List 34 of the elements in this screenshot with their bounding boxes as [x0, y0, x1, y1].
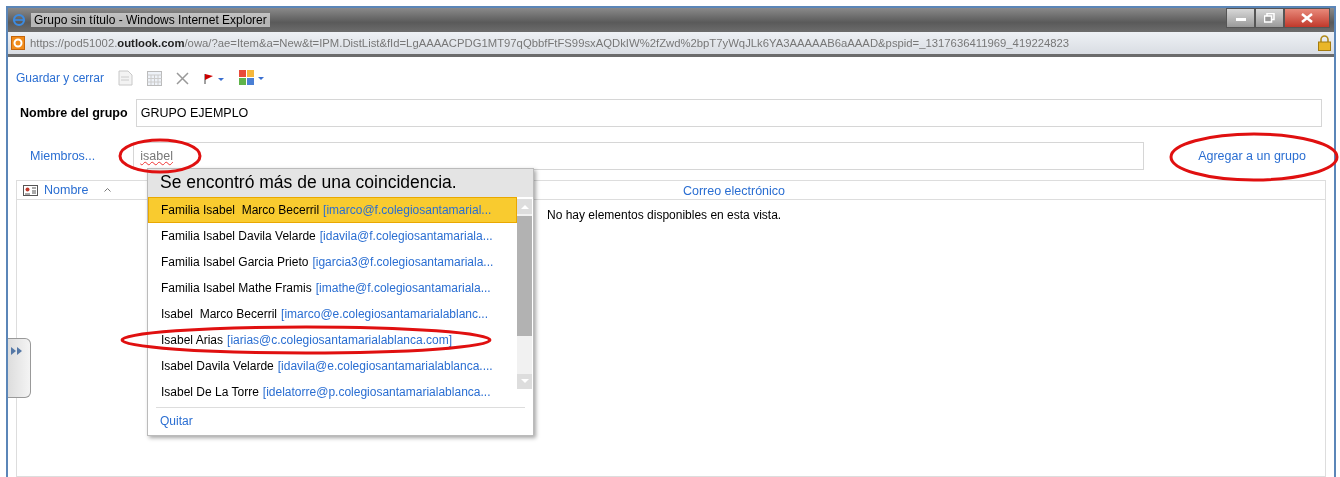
add-to-group-link[interactable]: Agregar a un grupo — [1182, 149, 1322, 163]
panel-toggle-handle[interactable] — [8, 338, 31, 398]
suggestion-item[interactable]: Familia Isabel Davila Velarde [idavila@f.colegiosantamariala... — [148, 223, 517, 249]
column-header[interactable]: Nombre — [44, 183, 89, 197]
group-name-label: Nombre del grupo — [20, 106, 128, 120]
suggestion-item[interactable]: Familia Isabel Garcia Prieto [igarcia3@f.colegiosantamariala... — [148, 249, 517, 275]
restore-button[interactable] — [1255, 8, 1284, 28]
remove-link[interactable]: Quitar — [160, 414, 193, 428]
suggestion-item[interactable]: Familia Isabel Marco Becerril [imarco@f.colegiosantamarial... — [148, 197, 517, 223]
delete-icon[interactable] — [176, 71, 190, 85]
close-button[interactable] — [1284, 8, 1330, 28]
close-icon — [1301, 13, 1313, 23]
calendar-icon[interactable] — [147, 70, 163, 86]
window-title: Grupo sin título - Windows Internet Explorer — [31, 13, 270, 27]
column-header[interactable]: Correo electrónico — [682, 184, 786, 198]
suggestion-item[interactable]: Isabel De La Torre [idelatorre@p.colegiosantamarialablanca... — [148, 379, 517, 405]
group-name-field[interactable]: GRUPO EJEMPLO — [135, 99, 1322, 127]
flag-icon[interactable] — [203, 71, 226, 85]
minimize-icon — [1235, 15, 1246, 21]
empty-message: No hay elementos disponibles en esta vista. — [547, 208, 782, 222]
categories-icon[interactable] — [239, 70, 267, 86]
browser-icon — [12, 13, 26, 27]
suggestion-item[interactable]: Isabel Davila Velarde [idavila@e.colegiosantamarialablanca.... — [148, 353, 517, 379]
save-close-link[interactable]: Guardar y cerrar — [16, 71, 105, 85]
minimize-button[interactable] — [1226, 8, 1255, 28]
restore-icon — [1264, 13, 1275, 23]
site-icon — [11, 36, 25, 50]
lock-icon — [1318, 35, 1331, 51]
suggestion-item[interactable]: Familia Isabel Mathe Framis [imathe@f.colegiosantamariala... — [148, 275, 517, 301]
suggestion-item[interactable]: Isabel Arias [iarias@c.colegiosantamarialablanca.com] — [148, 327, 517, 353]
contact-card-icon — [23, 184, 38, 196]
suggestion-item[interactable]: Isabel Marco Becerril [imarco@e.colegiosantamarialablanc... — [148, 301, 517, 327]
suggestions-header: Se encontró más de una coincidencia. — [148, 169, 533, 197]
members-link[interactable]: Miembros... — [30, 149, 96, 163]
